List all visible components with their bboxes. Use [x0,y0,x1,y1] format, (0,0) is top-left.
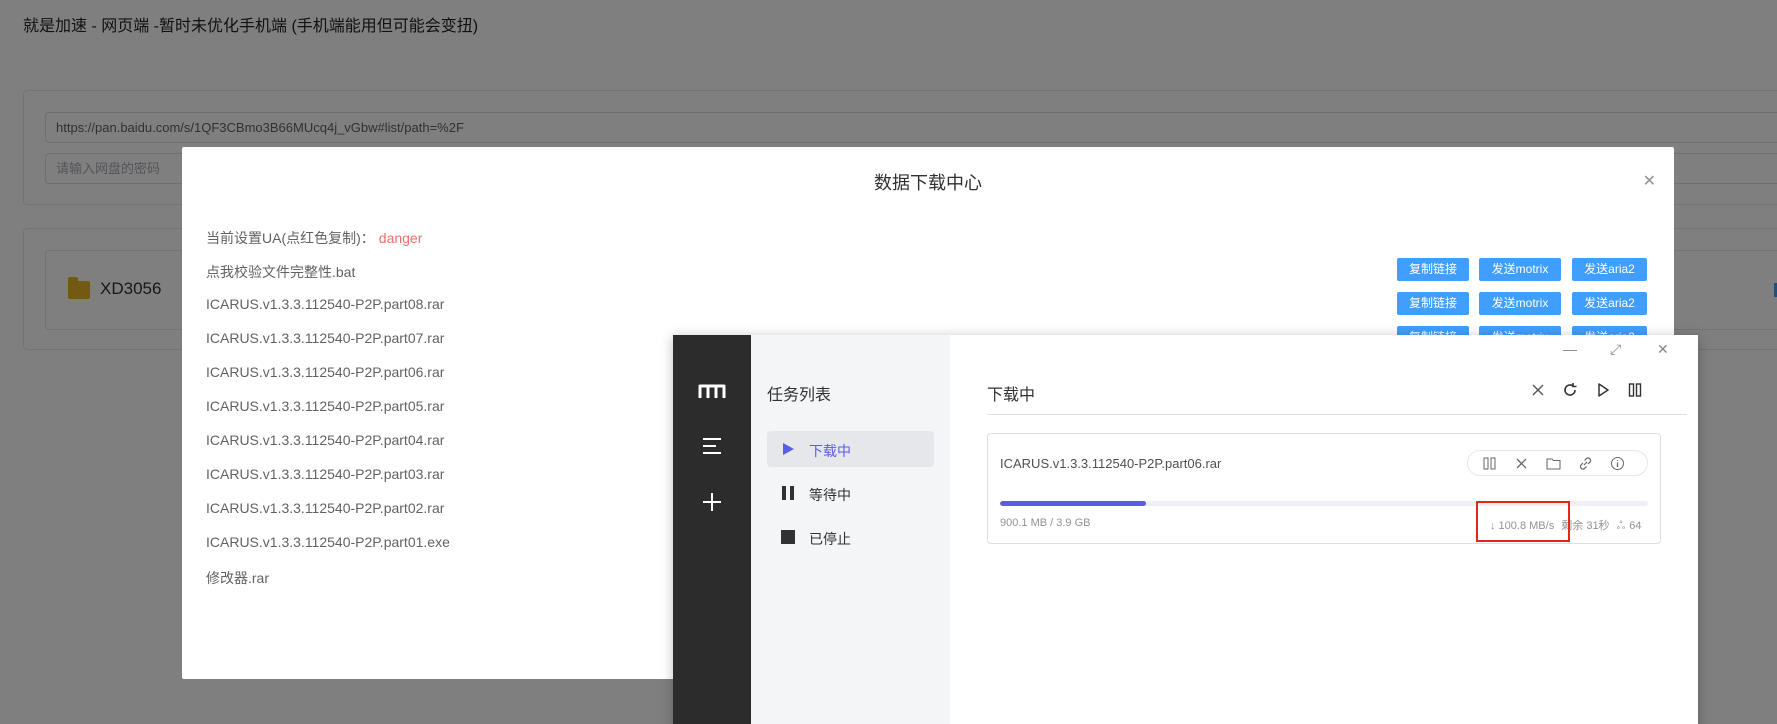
task-size: 900.1 MB / 3.9 GB [1000,517,1091,529]
link-icon[interactable] [1578,456,1593,471]
refresh-icon[interactable] [1562,382,1578,398]
task-pause-icon[interactable] [1482,456,1497,471]
highlight-box [1476,501,1570,542]
copy-link-button[interactable]: 复制链接 [1397,258,1469,281]
close-icon[interactable]: ✕ [1643,171,1656,191]
file-row: 修改器.rar [206,570,269,586]
task-actions [1467,450,1648,476]
send-motrix-button[interactable]: 发送motrix [1479,292,1561,315]
file-row: ICARUS.v1.3.3.112540-P2P.part06.rar [206,364,445,380]
copy-link-button[interactable]: 复制链接 [1397,292,1469,315]
ua-label: 当前设置UA(点红色复制)： [206,230,375,246]
maximize-icon[interactable]: ⤢ [1610,341,1621,358]
motrix-main: — ⤢ ✕ 下载中 ICARUS.v1.3.3.112540-P2P.part0… [950,335,1698,724]
pause-icon [782,486,794,500]
window-close-icon[interactable]: ✕ [1657,341,1669,358]
ua-value[interactable]: danger [379,230,423,246]
file-row: ICARUS.v1.3.3.112540-P2P.part05.rar [206,398,445,414]
stop-icon [781,530,795,544]
file-row: ICARUS.v1.3.3.112540-P2P.part04.rar [206,432,445,448]
file-row: 点我校验文件完整性.bat [206,264,356,280]
task-delete-icon[interactable] [1514,456,1529,471]
nav-waiting[interactable]: 等待中 [767,475,934,511]
delete-all-icon[interactable] [1530,382,1546,398]
downloading-title: 下载中 [987,387,1036,404]
menu-icon[interactable] [700,434,724,458]
nav-label: 等待中 [809,487,851,503]
folder-open-icon[interactable] [1546,456,1561,471]
resume-all-icon[interactable] [1595,382,1611,398]
send-motrix-button[interactable]: 发送motrix [1479,258,1561,281]
info-icon[interactable] [1610,456,1625,471]
file-row: ICARUS.v1.3.3.112540-P2P.part01.exe [206,534,450,550]
add-task-icon[interactable] [700,490,724,514]
connections-icon: ஃ [1616,520,1626,532]
minimize-icon[interactable]: — [1563,341,1577,357]
connections: ஃ 64 [1617,520,1646,532]
ua-line: 当前设置UA(点红色复制)： danger [206,228,422,248]
nav-label: 已停止 [809,531,851,547]
connections-count: 64 [1629,520,1642,532]
send-aria2-button[interactable]: 发送aria2 [1572,292,1647,315]
file-row: ICARUS.v1.3.3.112540-P2P.part03.rar [206,466,445,482]
dialog-title: 数据下载中心 [874,173,982,193]
nav-downloading[interactable]: 下载中 [767,431,934,467]
send-aria2-button[interactable]: 发送aria2 [1572,258,1647,281]
nav-stopped[interactable]: 已停止 [767,519,934,555]
task-list-panel: 任务列表 下载中 等待中 已停止 [751,335,950,724]
task-name: ICARUS.v1.3.3.112540-P2P.part06.rar [1000,456,1222,471]
motrix-logo-icon[interactable] [698,383,726,399]
nav-label: 下载中 [809,443,851,459]
play-icon [783,443,794,455]
progress-fill [1000,501,1146,506]
pause-all-icon[interactable] [1627,382,1643,398]
motrix-sidebar [673,335,751,724]
file-row: ICARUS.v1.3.3.112540-P2P.part08.rar [206,296,445,312]
file-row: ICARUS.v1.3.3.112540-P2P.part02.rar [206,500,445,516]
file-row: ICARUS.v1.3.3.112540-P2P.part07.rar [206,330,445,346]
header-divider [987,414,1687,415]
task-list-title: 任务列表 [767,387,832,404]
